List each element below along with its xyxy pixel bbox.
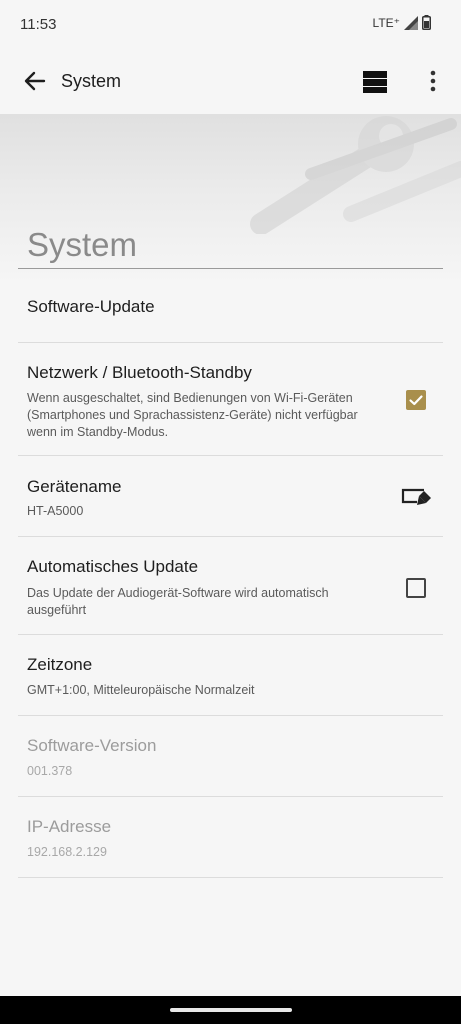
app-bar: System bbox=[0, 48, 461, 114]
more-vert-icon[interactable] bbox=[427, 68, 439, 94]
software-update-item[interactable]: Software-Update bbox=[18, 284, 443, 343]
settings-list: Software-Update Netzwerk / Bluetooth-Sta… bbox=[18, 284, 443, 878]
software-version-value: 001.378 bbox=[27, 764, 73, 778]
network-type-label: LTE⁺ bbox=[372, 15, 400, 30]
software-version-title: Software-Version bbox=[27, 736, 157, 755]
checkmark-icon bbox=[409, 395, 423, 406]
battery-icon bbox=[422, 15, 431, 30]
network-standby-title: Netzwerk / Bluetooth-Standby bbox=[27, 363, 252, 382]
ip-address-value: 192.168.2.129 bbox=[27, 845, 107, 859]
auto-update-checkbox[interactable] bbox=[406, 578, 426, 598]
status-bar: 11:53 LTE⁺ bbox=[0, 0, 461, 48]
edit-icon[interactable] bbox=[401, 487, 433, 509]
title-divider bbox=[18, 268, 443, 269]
ip-address-title: IP-Adresse bbox=[27, 817, 112, 836]
network-standby-item[interactable]: Netzwerk / Bluetooth-Standby Wenn ausges… bbox=[18, 343, 443, 456]
timezone-value: GMT+1:00, Mitteleuropäische Normalzeit bbox=[27, 683, 255, 697]
auto-update-title: Automatisches Update bbox=[27, 557, 199, 576]
home-gesture-handle[interactable] bbox=[170, 1008, 292, 1012]
auto-update-subtitle: Das Update der Audiogerät-Software wird … bbox=[27, 586, 329, 617]
network-standby-subtitle: Wenn ausgeschaltet, sind Bedienungen von… bbox=[27, 391, 358, 439]
navigation-bar bbox=[0, 996, 461, 1024]
wrench-illustration-icon bbox=[250, 116, 461, 234]
status-time: 11:53 bbox=[20, 16, 57, 33]
timezone-item[interactable]: Zeitzone GMT+1:00, Mitteleuropäische Nor… bbox=[18, 635, 443, 716]
back-arrow-icon[interactable] bbox=[22, 68, 48, 94]
software-update-title: Software-Update bbox=[27, 297, 155, 316]
signal-icon bbox=[404, 15, 418, 30]
software-version-item: Software-Version 001.378 bbox=[18, 716, 443, 797]
ip-address-item: IP-Adresse 192.168.2.129 bbox=[18, 797, 443, 878]
timezone-title: Zeitzone bbox=[27, 655, 93, 674]
device-name-item[interactable]: Gerätename HT-A5000 bbox=[18, 456, 443, 537]
hero-banner: System bbox=[0, 114, 461, 284]
device-name-title: Gerätename bbox=[27, 477, 122, 496]
grid-view-icon[interactable] bbox=[362, 70, 388, 94]
page-title: System bbox=[27, 226, 138, 263]
device-name-value: HT-A5000 bbox=[27, 504, 84, 518]
auto-update-item[interactable]: Automatisches Update Das Update der Audi… bbox=[18, 537, 443, 635]
network-standby-checkbox[interactable] bbox=[406, 390, 426, 410]
status-icons: LTE⁺ bbox=[373, 15, 431, 30]
app-bar-title: System bbox=[61, 71, 122, 91]
